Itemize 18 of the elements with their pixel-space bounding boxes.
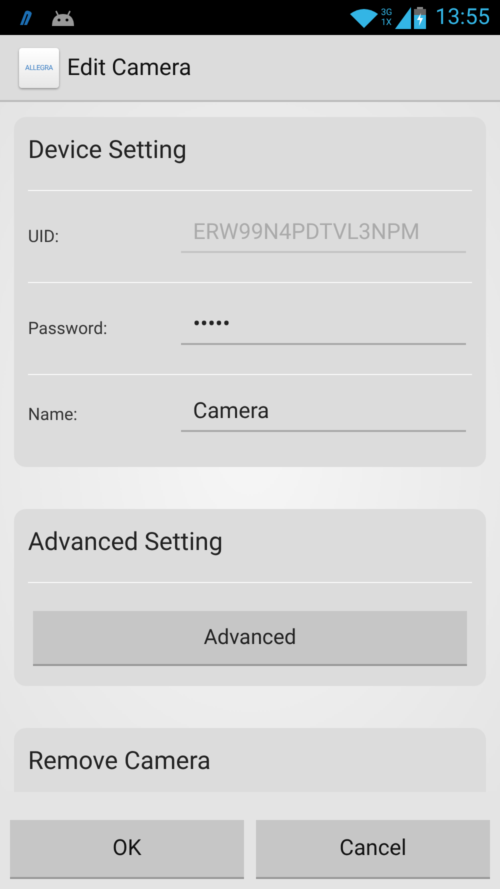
advanced-button[interactable]: Advanced xyxy=(33,611,467,666)
field-label: Name: xyxy=(28,405,78,425)
input-field[interactable]: ••••• xyxy=(181,312,466,345)
network-type-label: 1X xyxy=(381,18,392,28)
input-field[interactable]: Camera xyxy=(181,398,466,432)
field-label: Password: xyxy=(28,318,108,338)
section-title: Advanced Setting xyxy=(28,509,472,583)
dialog-button[interactable]: Cancel xyxy=(256,820,490,879)
section-title: Device Setting xyxy=(28,117,472,191)
wifi-icon xyxy=(350,8,378,28)
battery-charging-icon xyxy=(414,6,426,28)
screen-title: Edit Camera xyxy=(67,54,192,81)
dialog-button[interactable]: OK xyxy=(10,820,244,879)
network-type-label: 3G xyxy=(381,8,392,18)
clock-time: 13:55 xyxy=(435,5,490,30)
field-label: UID: xyxy=(28,226,60,246)
android-icon xyxy=(50,8,76,26)
signal-icon xyxy=(395,6,412,28)
